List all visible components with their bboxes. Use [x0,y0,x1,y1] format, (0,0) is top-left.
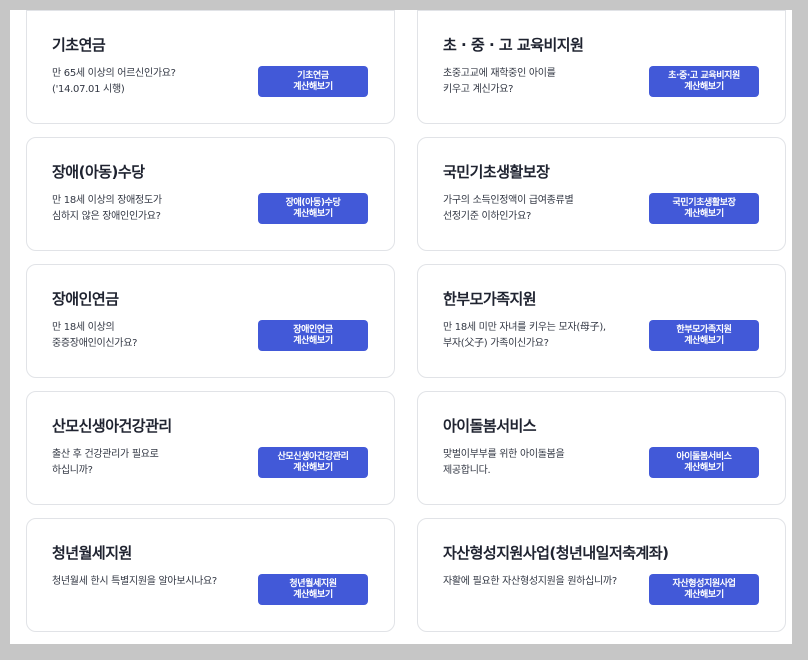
benefit-card-grid: 기초연금 만 65세 이상의 어르신인가요? ('14.07.01 시행) 기초… [26,10,786,632]
button-label: 계산해보기 [684,589,724,600]
card-description-line: 선정기준 이하인가요? [443,211,531,222]
card-description: 출산 후 건강관리가 필요로 하십니까? [52,447,252,479]
card-description: 만 18세 이상의 중증장애인이신가요? [52,320,252,352]
card-description-line: 출산 후 건강관리가 필요로 [52,449,159,460]
button-label: 계산해보기 [684,208,724,219]
card-description-line: 키우고 계신가요? [443,84,514,95]
button-label: 자산형성지원사업 [672,578,736,589]
calculate-disability-allowance-button[interactable]: 장애(아동)수당 계산해보기 [258,193,368,224]
card-description: 만 65세 이상의 어르신인가요? ('14.07.01 시행) [52,66,252,98]
card-single-parent-support: 한부모가족지원 만 18세 미만 자녀를 키우는 모자(母子), 부자(父子) … [417,264,786,378]
card-basic-livelihood: 국민기초생활보장 가구의 소득인정액이 급여종류별 선정기준 이하인가요? 국민… [417,137,786,251]
card-title: 한부모가족지원 [443,290,537,308]
card-maternal-newborn-care: 산모신생아건강관리 출산 후 건강관리가 필요로 하십니까? 산모신생아건강관리… [26,391,395,505]
card-title: 장애인연금 [52,290,119,308]
button-label: 청년월세지원 [289,578,337,589]
calculate-basic-livelihood-button[interactable]: 국민기초생활보장 계산해보기 [649,193,759,224]
card-description: 가구의 소득인정액이 급여종류별 선정기준 이하인가요? [443,193,643,225]
card-description-line: 맞벌이부부를 위한 아이돌봄을 [443,449,565,460]
calculate-single-parent-support-button[interactable]: 한부모가족지원 계산해보기 [649,320,759,351]
button-label: 계산해보기 [293,589,333,600]
calculate-education-support-button[interactable]: 초·중·고 교육비지원 계산해보기 [649,66,759,97]
button-label: 국민기초생활보장 [672,197,736,208]
button-label: 아이돌봄서비스 [676,451,732,462]
button-label: 장애(아동)수당 [285,197,341,208]
calculate-child-care-service-button[interactable]: 아이돌봄서비스 계산해보기 [649,447,759,478]
card-description-line: 만 65세 이상의 어르신인가요? [52,68,176,79]
content-panel: 기초연금 만 65세 이상의 어르신인가요? ('14.07.01 시행) 기초… [10,10,792,644]
button-label: 초·중·고 교육비지원 [668,70,740,81]
card-youth-rent-support: 청년월세지원 청년월세 한시 특별지원을 알아보시나요? 청년월세지원 계산해보… [26,518,395,632]
card-description: 청년월세 한시 특별지원을 알아보시나요? [52,574,252,590]
card-description-line: 부자(父子) 가족이신가요? [443,338,549,349]
card-description-line: 제공합니다. [443,465,491,476]
button-label: 계산해보기 [684,81,724,92]
card-description-line: 청년월세 한시 특별지원을 알아보시나요? [52,576,217,587]
card-title: 기초연금 [52,36,106,54]
button-label: 장애인연금 [293,324,333,335]
card-description-line: 하십니까? [52,465,93,476]
calculate-basic-pension-button[interactable]: 기초연금 계산해보기 [258,66,368,97]
card-child-care-service: 아이돌봄서비스 맞벌이부부를 위한 아이돌봄을 제공합니다. 아이돌봄서비스 계… [417,391,786,505]
card-description-line: ('14.07.01 시행) [52,84,125,95]
card-title: 국민기초생활보장 [443,163,550,181]
card-education-support: 초 · 중 · 고 교육비지원 초중고교에 재학중인 아이를 키우고 계신가요?… [417,10,786,124]
card-title: 산모신생아건강관리 [52,417,172,435]
card-description-line: 만 18세 이상의 [52,322,115,333]
button-label: 한부모가족지원 [676,324,732,335]
card-basic-pension: 기초연금 만 65세 이상의 어르신인가요? ('14.07.01 시행) 기초… [26,10,395,124]
calculate-disability-pension-button[interactable]: 장애인연금 계산해보기 [258,320,368,351]
card-description-line: 만 18세 미만 자녀를 키우는 모자(母子), [443,322,606,333]
card-description: 초중고교에 재학중인 아이를 키우고 계신가요? [443,66,643,98]
card-title: 초 · 중 · 고 교육비지원 [443,36,584,54]
card-description-line: 만 18세 이상의 장애정도가 [52,195,162,206]
card-title: 자산형성지원사업(청년내일저축계좌) [443,544,669,562]
button-label: 산모신생아건강관리 [277,451,349,462]
button-label: 계산해보기 [293,462,333,473]
card-description: 맞벌이부부를 위한 아이돌봄을 제공합니다. [443,447,643,479]
calculate-maternal-newborn-care-button[interactable]: 산모신생아건강관리 계산해보기 [258,447,368,478]
card-title: 아이돌봄서비스 [443,417,537,435]
card-title: 청년월세지원 [52,544,132,562]
card-description-line: 심하지 않은 장애인인가요? [52,211,161,222]
button-label: 계산해보기 [684,462,724,473]
button-label: 기초연금 [297,70,329,81]
button-label: 계산해보기 [293,81,333,92]
button-label: 계산해보기 [684,335,724,346]
card-description-line: 중증장애인이신가요? [52,338,138,349]
button-label: 계산해보기 [293,208,333,219]
card-description: 만 18세 이상의 장애정도가 심하지 않은 장애인인가요? [52,193,252,225]
card-description-line: 가구의 소득인정액이 급여종류별 [443,195,574,206]
button-label: 계산해보기 [293,335,333,346]
calculate-youth-rent-support-button[interactable]: 청년월세지원 계산해보기 [258,574,368,605]
card-description-line: 초중고교에 재학중인 아이를 [443,68,556,79]
calculate-asset-building-support-button[interactable]: 자산형성지원사업 계산해보기 [649,574,759,605]
card-disability-pension: 장애인연금 만 18세 이상의 중증장애인이신가요? 장애인연금 계산해보기 [26,264,395,378]
card-title: 장애(아동)수당 [52,163,145,181]
card-description: 만 18세 미만 자녀를 키우는 모자(母子), 부자(父子) 가족이신가요? [443,320,643,352]
card-asset-building-support: 자산형성지원사업(청년내일저축계좌) 자활에 필요한 자산형성지원을 원하십니까… [417,518,786,632]
card-disability-allowance: 장애(아동)수당 만 18세 이상의 장애정도가 심하지 않은 장애인인가요? … [26,137,395,251]
card-description-line: 자활에 필요한 자산형성지원을 원하십니까? [443,576,617,587]
card-description: 자활에 필요한 자산형성지원을 원하십니까? [443,574,643,590]
